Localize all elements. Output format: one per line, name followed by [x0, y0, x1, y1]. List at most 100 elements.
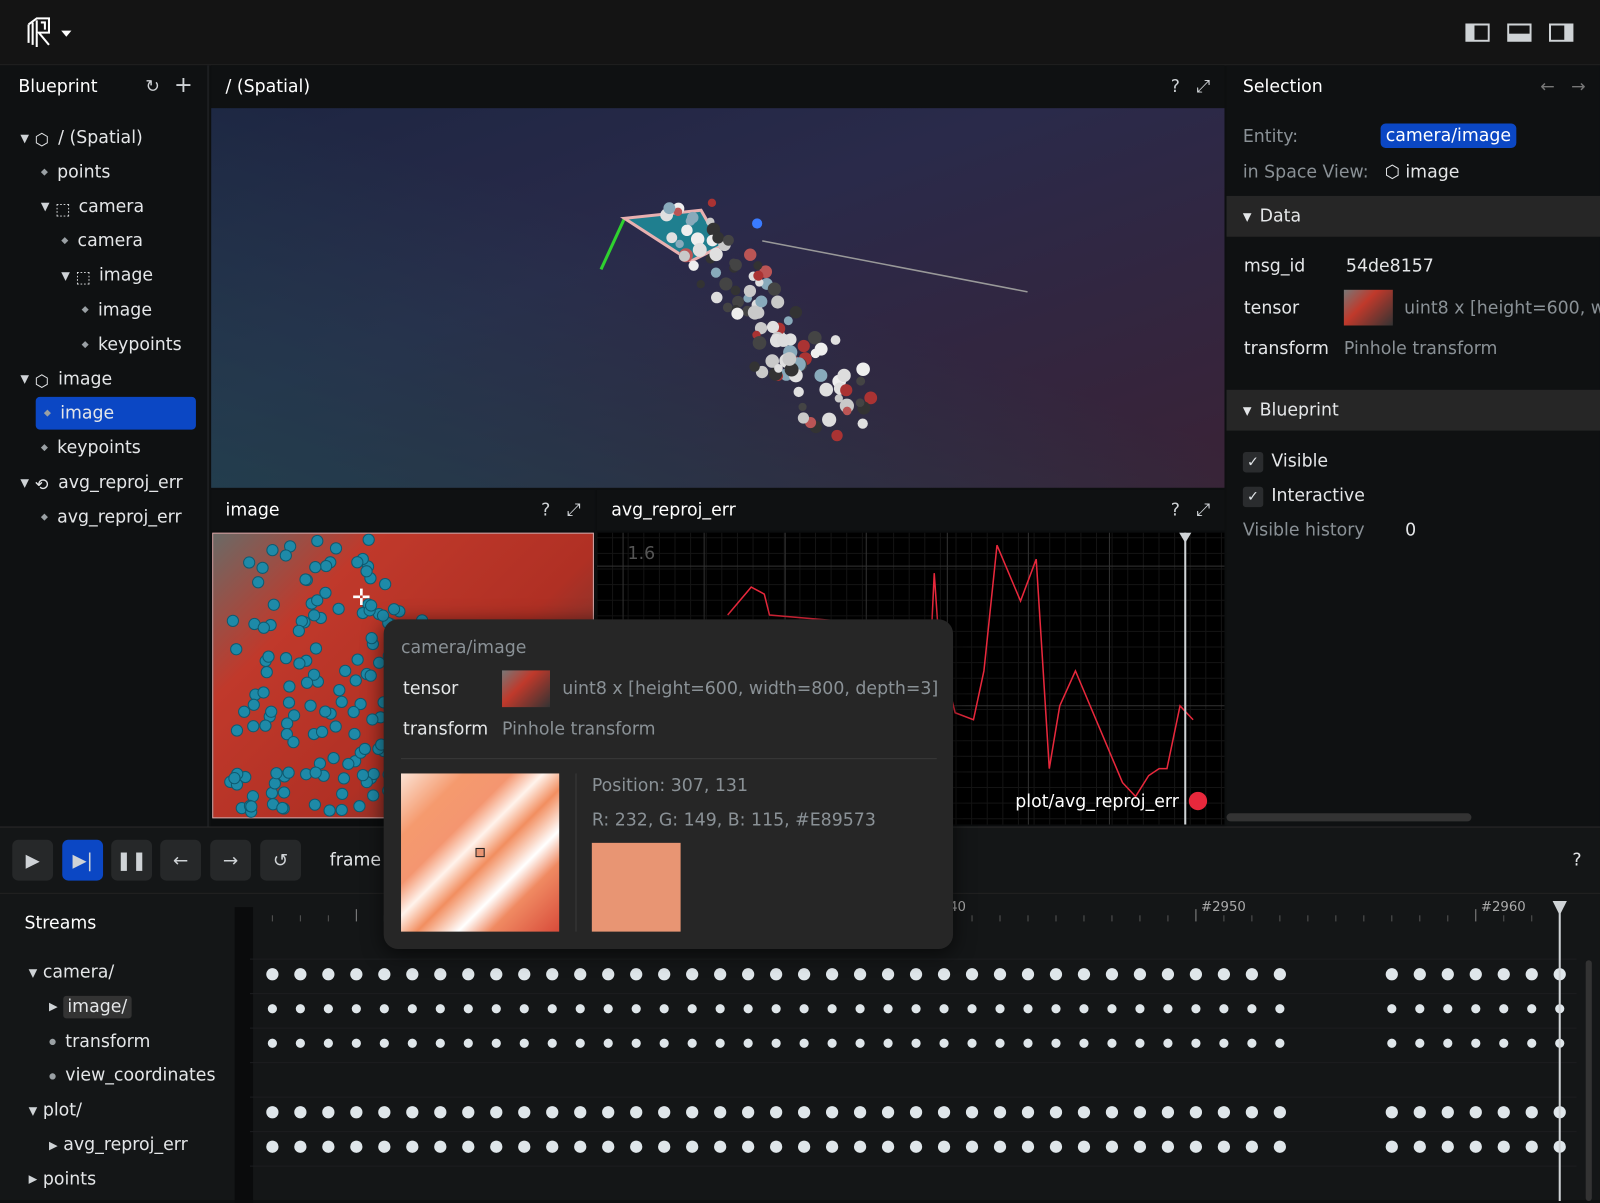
event-dot	[1526, 1141, 1538, 1153]
stream-row[interactable]: ▶points	[29, 1163, 97, 1196]
expand-triangle-icon[interactable]: ▼	[61, 269, 75, 282]
event-dot	[1527, 1039, 1536, 1048]
help-icon[interactable]: ?	[1171, 500, 1180, 520]
collapsed-triangle-icon[interactable]: ▶	[29, 1173, 43, 1186]
add-space-view-icon[interactable]: +	[174, 77, 193, 97]
data-section-header[interactable]: ▼Data	[1227, 196, 1600, 237]
expand-triangle-icon[interactable]: ▼	[20, 373, 34, 386]
blueprint-tree-item[interactable]: ▼⬡image	[20, 363, 112, 396]
tooltip-transform-key: transform	[403, 719, 488, 739]
expand-triangle-icon[interactable]: ▼	[20, 476, 34, 489]
vertical-scrollbar[interactable]	[1586, 960, 1592, 1201]
keypoint	[367, 714, 378, 725]
plot-legend[interactable]: plot/avg_reproj_err	[1015, 792, 1207, 812]
blueprint-tree-item[interactable]: ◆image	[82, 294, 152, 327]
event-dot	[686, 1106, 698, 1118]
blueprint-tree-item[interactable]: ▼⬚camera	[41, 190, 144, 223]
expand-triangle-icon[interactable]: ▼	[20, 131, 34, 144]
y-tick-label: 1.6	[628, 544, 656, 564]
entity-dot-icon: ◆	[82, 340, 98, 350]
event-dot	[994, 1141, 1006, 1153]
space-view-link[interactable]: ⬡ image	[1385, 162, 1460, 182]
stream-row[interactable]: ●transform	[49, 1025, 150, 1058]
timeline-selector[interactable]: frame	[330, 850, 381, 870]
stream-row[interactable]: ▶avg_reproj_err	[49, 1129, 188, 1162]
collapsed-triangle-icon[interactable]: ▶	[49, 1000, 63, 1013]
bottom-panel-toggle-icon[interactable]	[1507, 23, 1531, 46]
back-arrow-icon[interactable]: ←	[1540, 77, 1555, 97]
step-forward-button[interactable]: →	[210, 840, 251, 881]
event-dot	[1470, 1106, 1482, 1118]
event-dot	[995, 1039, 1004, 1048]
blueprint-tree-item[interactable]: ◆avg_reproj_err	[41, 501, 182, 534]
help-icon[interactable]: ?	[1171, 77, 1180, 97]
stream-row[interactable]: ▼camera/	[29, 956, 115, 989]
blueprint-tree-item[interactable]: ◆keypoints	[41, 432, 141, 465]
point-3d	[686, 216, 696, 226]
reset-blueprint-icon[interactable]: ↻	[145, 77, 160, 97]
horizontal-scrollbar[interactable]	[1227, 813, 1472, 821]
visible-history-value[interactable]: 0	[1405, 520, 1416, 540]
event-dot	[939, 1004, 948, 1013]
event-dot	[910, 968, 922, 980]
event-dot	[1022, 1106, 1034, 1118]
blueprint-tree-item[interactable]: ◆keypoints	[82, 328, 182, 361]
blueprint-tree-item[interactable]: ▼⬡/ (Spatial)	[20, 121, 142, 154]
blueprint-section-header[interactable]: ▼Blueprint	[1227, 390, 1600, 431]
maximize-icon[interactable]: ⤢	[1196, 77, 1210, 97]
blueprint-tree-item[interactable]: ◆camera	[61, 225, 143, 258]
maximize-icon[interactable]: ⤢	[1196, 500, 1210, 520]
expand-triangle-icon[interactable]: ▼	[41, 200, 55, 213]
event-dot	[602, 968, 614, 980]
event-dot	[266, 1141, 278, 1153]
event-dot	[520, 1004, 529, 1013]
keypoint	[227, 615, 238, 626]
blueprint-tree-item[interactable]: ▼⟲avg_reproj_err	[20, 466, 182, 499]
follow-button[interactable]: ▶|	[62, 840, 103, 881]
expanded-triangle-icon[interactable]: ▼	[29, 966, 43, 979]
tensor-thumbnail[interactable]	[1344, 290, 1393, 326]
point-3d	[755, 296, 767, 308]
keypoint	[359, 743, 370, 754]
loop-button[interactable]: ↺	[260, 840, 301, 881]
event-dot	[520, 1039, 529, 1048]
collapsed-triangle-icon[interactable]: ▶	[49, 1138, 63, 1151]
forward-arrow-icon[interactable]: →	[1571, 77, 1586, 97]
help-icon[interactable]: ?	[541, 500, 550, 520]
play-button[interactable]: ▶	[12, 840, 53, 881]
point-3d	[808, 331, 822, 345]
step-back-button[interactable]: ←	[160, 840, 201, 881]
event-dot	[660, 1039, 669, 1048]
event-dot	[910, 1106, 922, 1118]
event-dot	[406, 968, 418, 980]
blueprint-tree-item[interactable]: ◆points	[41, 156, 111, 189]
keypoint	[310, 562, 321, 573]
left-panel-toggle-icon[interactable]	[1465, 23, 1489, 46]
visible-checkbox[interactable]: ✓Visible	[1243, 451, 1328, 472]
blueprint-tree-item[interactable]: ▼⬚image	[61, 259, 153, 292]
entity-chip[interactable]: camera/image	[1381, 123, 1517, 147]
right-panel-toggle-icon[interactable]	[1549, 23, 1573, 46]
event-dot	[378, 968, 390, 980]
event-dot	[436, 1004, 445, 1013]
keypoint	[308, 610, 319, 621]
stream-row[interactable]: ▶image/	[49, 991, 131, 1024]
pixel-cursor-icon	[476, 848, 485, 857]
event-dot	[604, 1004, 613, 1013]
msg-id-value: 54de8157	[1346, 256, 1434, 276]
point-3d	[712, 232, 724, 244]
help-icon[interactable]: ?	[1572, 850, 1581, 870]
expanded-triangle-icon[interactable]: ▼	[29, 1104, 43, 1117]
rerun-logo-menu[interactable]	[24, 16, 75, 54]
point-3d	[753, 261, 762, 270]
event-dot	[1106, 1141, 1118, 1153]
maximize-icon[interactable]: ⤢	[567, 500, 581, 520]
pause-button[interactable]: ❚❚	[111, 840, 152, 881]
stream-row[interactable]: ▼plot/	[29, 1094, 82, 1127]
keypoint	[301, 677, 312, 688]
interactive-checkbox[interactable]: ✓Interactive	[1243, 486, 1365, 507]
blueprint-tree-item[interactable]: ◆image	[36, 397, 196, 430]
event-dot	[294, 968, 306, 980]
3d-viewport[interactable]	[211, 108, 1224, 488]
stream-row[interactable]: ●view_coordinates	[49, 1060, 216, 1093]
